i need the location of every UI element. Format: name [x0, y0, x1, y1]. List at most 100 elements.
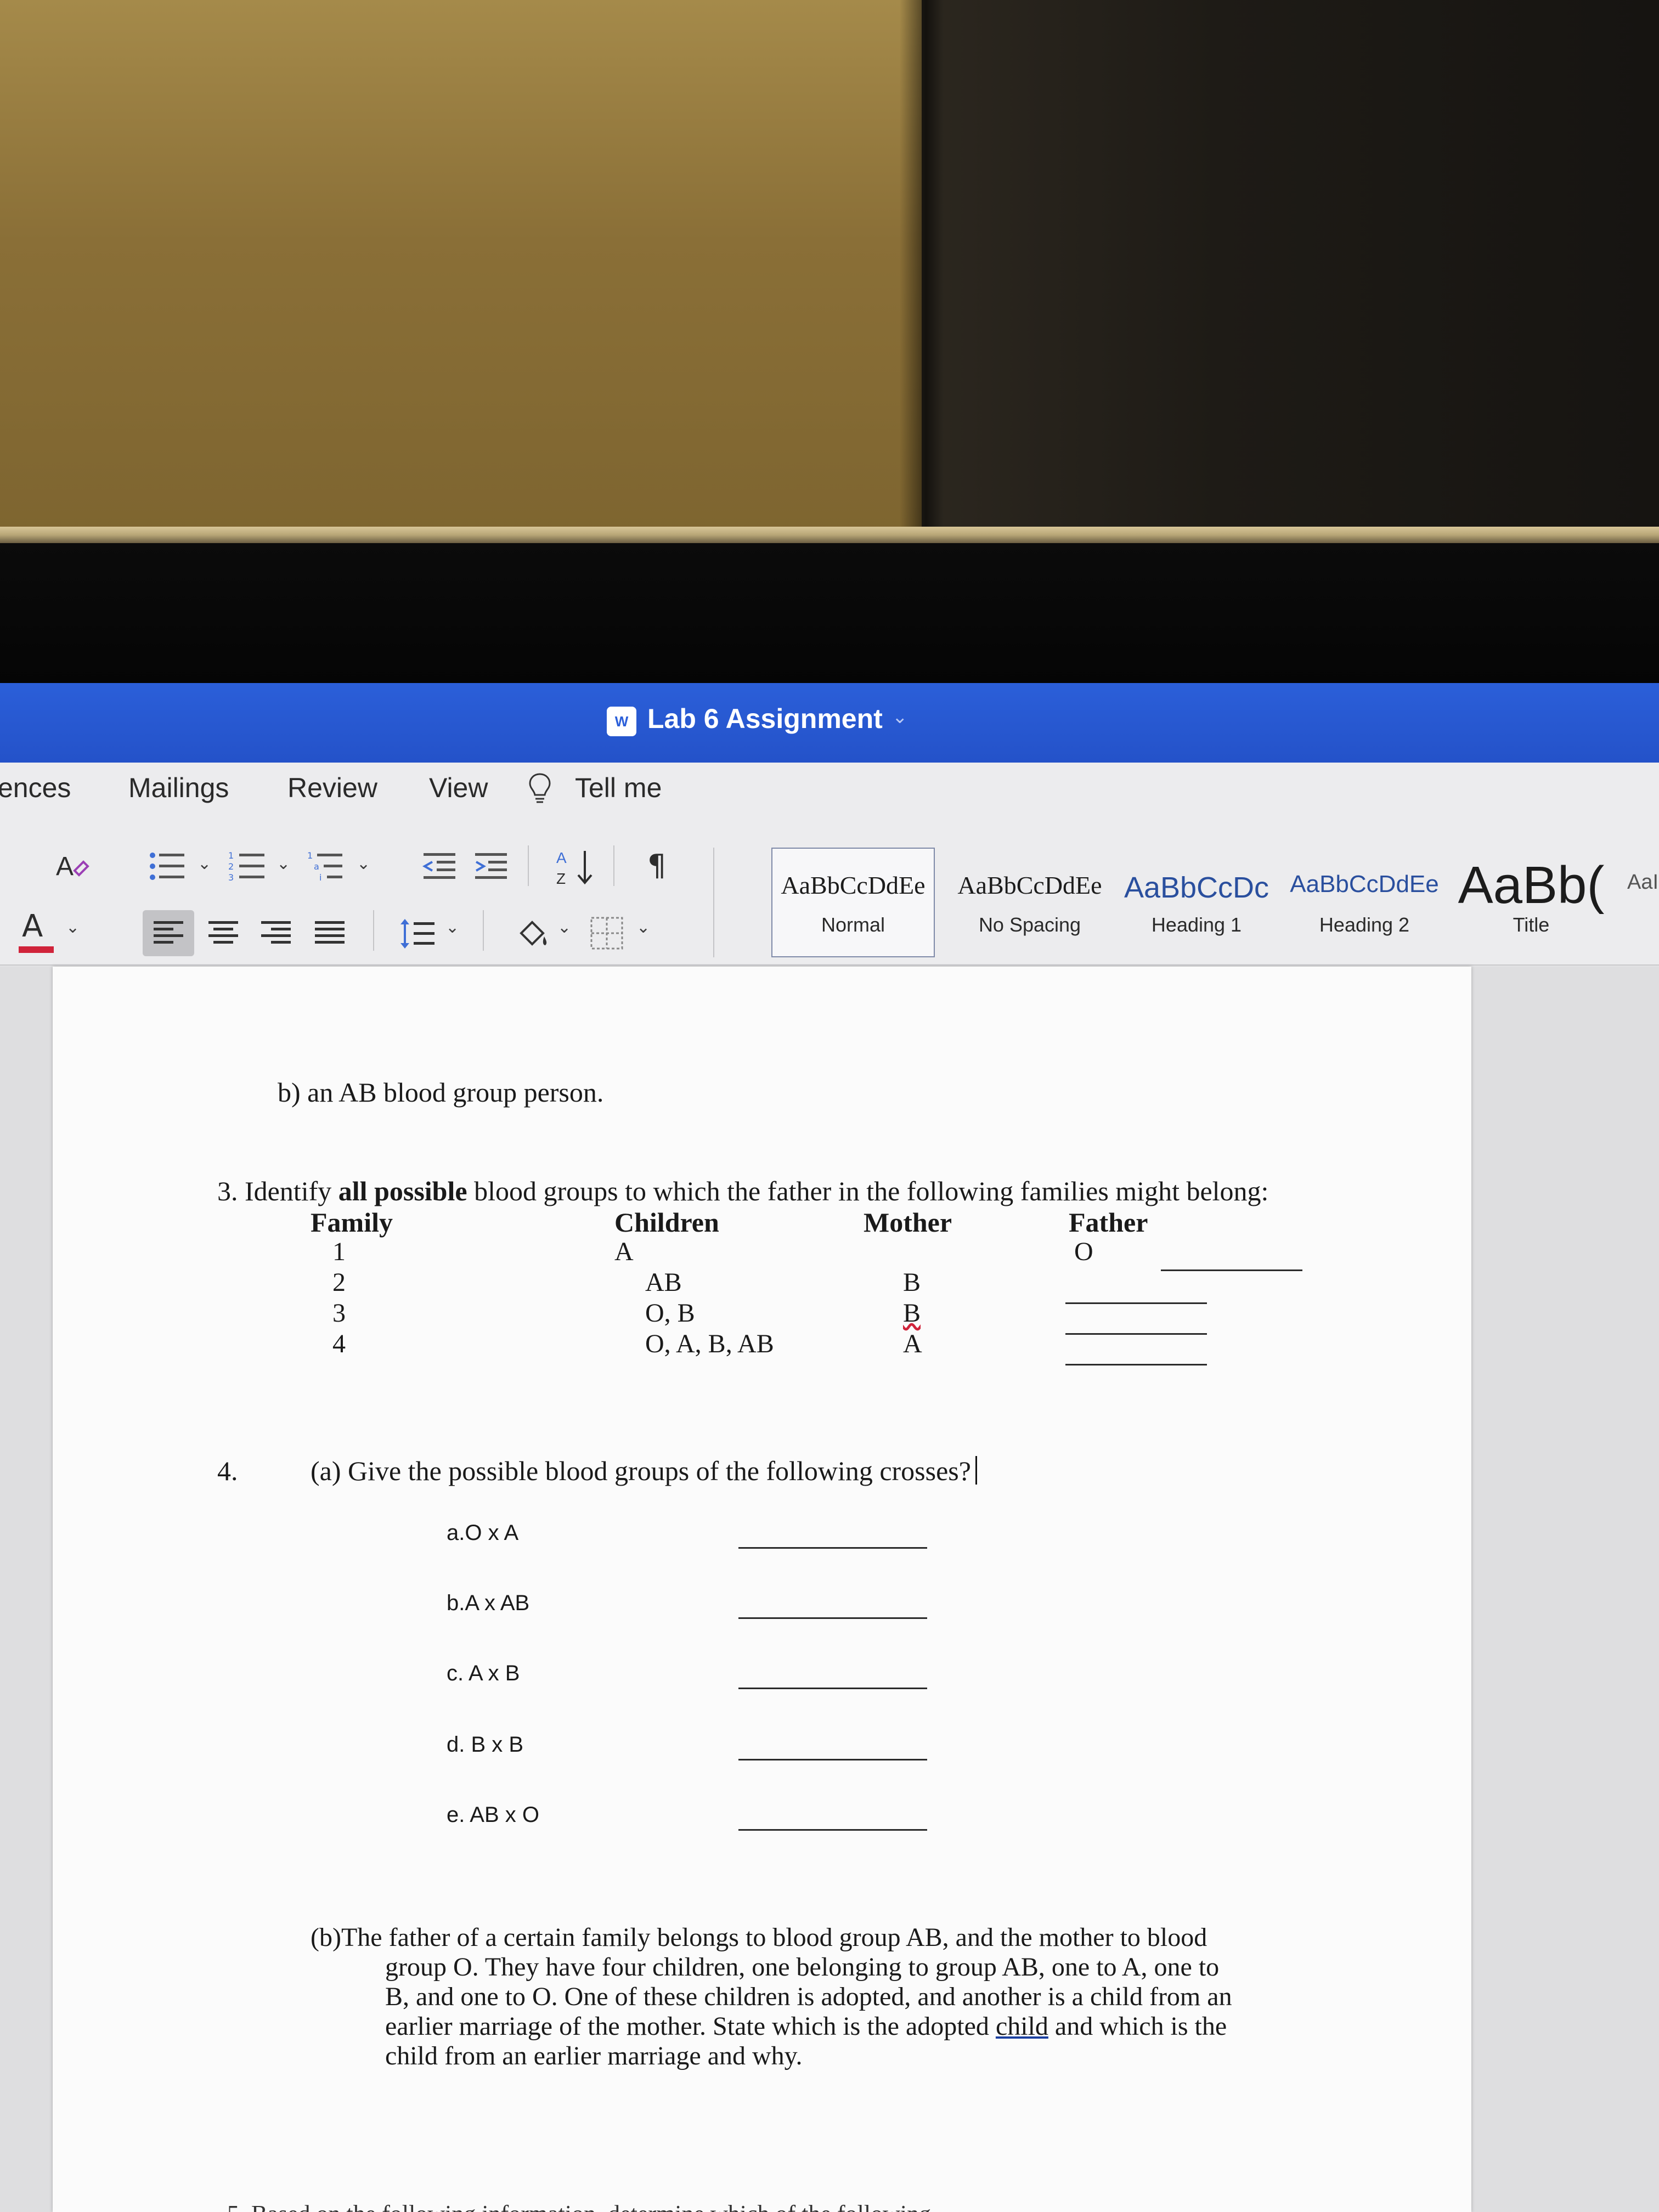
children-4: O, A, B, AB [645, 1329, 774, 1358]
style-sample: AaBb( [1458, 856, 1605, 915]
style-caption: Heading 2 [1319, 913, 1410, 936]
style-no-spacing[interactable]: AaBbCcDdEe No Spacing [948, 848, 1111, 957]
tell-me-search[interactable]: Tell me [575, 772, 662, 804]
ribbon-separator [713, 848, 714, 957]
document-title[interactable]: Lab 6 Assignment [647, 703, 883, 735]
cross-answer-line-d[interactable] [738, 1759, 927, 1760]
cross-answer-line-c[interactable] [738, 1688, 927, 1689]
shading-dropdown-icon[interactable]: ⌄ [557, 918, 571, 937]
style-sample: AaBbCcDdEe [781, 871, 926, 899]
family-3: 3 [332, 1299, 346, 1328]
header-children: Children [614, 1207, 719, 1238]
children-2: AB [645, 1268, 682, 1297]
q2b-text: b) an AB blood group person. [278, 1077, 604, 1108]
q4-number: 4. [217, 1455, 238, 1486]
answer-line-4[interactable] [1065, 1364, 1207, 1365]
screen: W Lab 6 Assignment ⌄ ences Mailings Revi… [0, 683, 1659, 2212]
chevron-down-icon[interactable]: ⌄ [892, 706, 908, 728]
document-page[interactable]: b) an AB blood group person. 3. Identify… [53, 967, 1471, 2212]
mother-4: A [903, 1329, 922, 1358]
svg-text:a: a [314, 861, 319, 872]
svg-text:A: A [556, 849, 567, 866]
style-heading-1[interactable]: AaBbCcDc Heading 1 [1115, 848, 1278, 957]
style-sample: AaI [1627, 871, 1659, 894]
numbering-dropdown-icon[interactable]: ⌄ [276, 854, 290, 873]
style-subtitle[interactable]: AaI [1616, 848, 1659, 957]
svg-text:i: i [319, 872, 321, 883]
styles-pane-icon[interactable]: A [53, 848, 91, 886]
lightbulb-icon[interactable] [528, 772, 552, 805]
tab-references[interactable]: ences [0, 772, 71, 804]
font-color-icon[interactable]: A [22, 911, 43, 942]
shading-icon[interactable] [514, 917, 550, 951]
document-area: b) an AB blood group person. 3. Identify… [0, 967, 1659, 2212]
multilevel-dropdown-icon[interactable]: ⌄ [357, 854, 370, 873]
family-1: 1 [332, 1237, 346, 1266]
cross-answer-line-a[interactable] [738, 1547, 927, 1549]
tab-view[interactable]: View [429, 772, 488, 804]
svg-text:1: 1 [307, 850, 313, 861]
sort-icon[interactable]: A Z [554, 845, 598, 889]
family-4: 4 [332, 1329, 346, 1358]
children-1: A [614, 1237, 634, 1266]
justify-icon[interactable] [314, 918, 346, 950]
cross-e: e. AB x O [447, 1803, 539, 1827]
numbering-icon[interactable]: 1 2 3 [228, 850, 267, 883]
increase-indent-icon[interactable] [473, 850, 509, 883]
tab-review[interactable]: Review [287, 772, 377, 804]
style-caption: Title [1513, 913, 1550, 936]
style-caption: No Spacing [978, 913, 1081, 936]
q3-prefix: Identify [245, 1176, 338, 1206]
header-mother: Mother [864, 1207, 952, 1238]
q4-part-a: (a) Give the possible blood groups of th… [311, 1455, 977, 1487]
borders-dropdown-icon[interactable]: ⌄ [636, 918, 650, 937]
multilevel-list-icon[interactable]: 1 a i [307, 850, 346, 883]
style-caption: Normal [821, 913, 885, 936]
borders-icon[interactable] [589, 916, 624, 951]
style-caption: Heading 1 [1151, 913, 1242, 936]
q4-part-a-text: (a) Give the possible blood groups of th… [311, 1455, 971, 1486]
style-normal[interactable]: AaBbCcDdEe Normal [771, 848, 935, 957]
part-b-text: and which is the [1048, 2012, 1227, 2041]
title-bar: W Lab 6 Assignment ⌄ [0, 683, 1659, 763]
background-dark-panel [922, 0, 1659, 535]
background-shadow [900, 0, 944, 535]
answer-line-3[interactable] [1065, 1333, 1207, 1335]
q3-text: 3. Identify all possible blood groups to… [217, 1175, 1268, 1207]
pilcrow-icon[interactable]: ¶ [647, 851, 666, 881]
align-center-icon[interactable] [207, 918, 239, 950]
bullets-dropdown-icon[interactable]: ⌄ [198, 854, 211, 873]
word-app-icon: W [607, 707, 636, 736]
q3-number: 3. [217, 1176, 238, 1206]
svg-text:2: 2 [228, 861, 234, 872]
father-1: O [1074, 1237, 1093, 1266]
q5-partial: 5. Based on the following information, d… [227, 2200, 955, 2212]
decrease-indent-icon[interactable] [421, 850, 458, 883]
q4-part-b-line-2: group O. They have four children, one be… [385, 1953, 1220, 1982]
line-spacing-icon[interactable] [399, 917, 436, 951]
ribbon-separator [373, 910, 374, 951]
family-2: 2 [332, 1268, 346, 1297]
style-title[interactable]: AaBb( Title [1449, 848, 1613, 957]
line-spacing-dropdown-icon[interactable]: ⌄ [445, 918, 459, 937]
style-heading-2[interactable]: AaBbCcDdEe Heading 2 [1283, 848, 1446, 957]
background-wall [0, 0, 927, 535]
q4-part-b-line-5: child from an earlier marriage and why. [385, 2041, 803, 2070]
answer-line-1[interactable] [1161, 1269, 1302, 1271]
align-right-icon[interactable] [260, 918, 292, 950]
bullets-icon[interactable] [148, 850, 187, 883]
svg-text:A: A [56, 852, 74, 881]
align-left-button[interactable] [143, 910, 194, 956]
cross-answer-line-e[interactable] [738, 1829, 927, 1831]
font-color-dropdown-icon[interactable]: ⌄ [66, 918, 80, 937]
answer-line-2[interactable] [1065, 1302, 1207, 1304]
text-cursor [975, 1456, 977, 1485]
monitor-top-edge [0, 527, 1659, 543]
cross-answer-line-b[interactable] [738, 1617, 927, 1619]
tab-mailings[interactable]: Mailings [128, 772, 229, 804]
style-sample: AaBbCcDdEe [1290, 871, 1439, 898]
q3-suffix: blood groups to which the father in the … [467, 1176, 1269, 1206]
align-left-icon [154, 921, 183, 944]
mother-3: B [903, 1299, 921, 1328]
ribbon-separator [483, 910, 484, 951]
